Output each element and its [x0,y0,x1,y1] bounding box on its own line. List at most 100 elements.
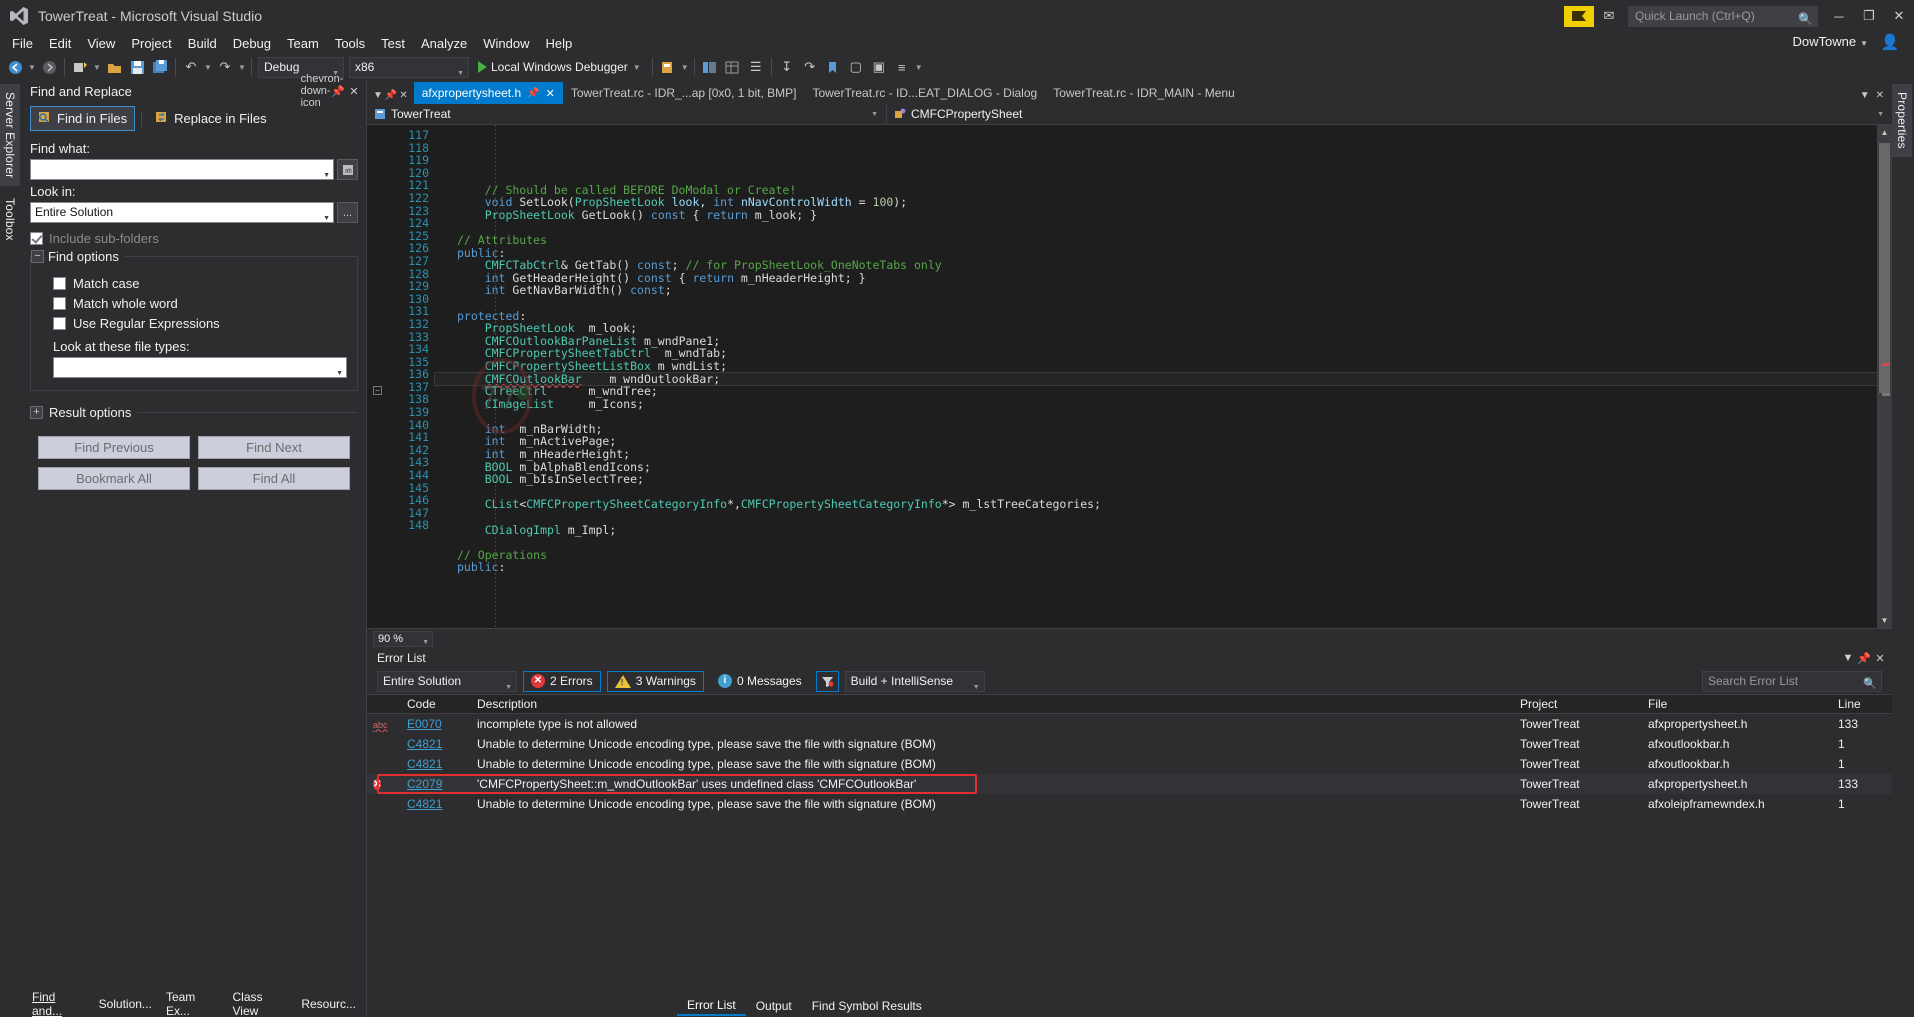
editor-tab-dialog[interactable]: TowerTreat.rc - ID...EAT_DIALOG - Dialog [804,82,1045,104]
code-text-area[interactable]: // Should be called BEFORE DoModal or Cr… [434,125,1892,628]
error-list-row[interactable]: abc E0070 incomplete type is not allowed To… [367,714,1892,734]
code-line[interactable]: CList<CMFCPropertySheetCategoryInfo*,CMF… [435,498,1892,511]
footer-tab-class-view[interactable]: Class View [232,990,287,1017]
chevron-down-icon[interactable]: ▼ [373,90,383,101]
menu-item-debug[interactable]: Debug [225,34,279,53]
regex-builder-button[interactable]: ab [337,159,358,180]
code-line[interactable]: int m_nBarWidth; [435,423,1892,436]
flag-icon[interactable] [1564,5,1594,27]
tab-replace-in-files[interactable]: Replace in Files [148,107,274,130]
code-line[interactable]: PropSheetLook m_look; [435,322,1892,335]
toolbar-overflow[interactable]: ▼ [914,56,924,78]
pin-icon[interactable]: 📌 [330,82,346,100]
chevron-down-icon[interactable]: ▼ [632,56,642,78]
editor-vertical-scrollbar[interactable]: ▲ ▼ [1877,125,1892,628]
error-list-row[interactable]: C4821 Unable to determine Unicode encodin… [367,754,1892,774]
minimize-button[interactable]: ─ [1824,0,1854,32]
start-debug-button[interactable]: Local Windows Debugger ▼ [472,56,648,78]
user-account-icon[interactable]: 👤 [1880,33,1900,53]
chevron-down-icon[interactable]: ▼ [323,166,330,185]
code-line[interactable]: public: [435,561,1892,574]
include-subfolders-checkbox[interactable]: Include sub-folders [30,231,358,246]
menu-item-window[interactable]: Window [475,34,537,53]
collapse-outline-icon[interactable]: − [373,386,382,395]
row-code[interactable]: C4821 [401,797,471,811]
feedback-icon[interactable]: ✉ [1596,6,1622,27]
menu-item-edit[interactable]: Edit [41,34,79,53]
code-line[interactable] [435,221,1892,234]
find-next-button[interactable]: Find Next [198,436,350,459]
file-types-input[interactable]: ▼ [53,357,347,378]
browse-button[interactable]: ... [337,202,358,223]
redo-dropdown[interactable]: ▼ [237,56,247,78]
filter-icon[interactable] [815,670,839,692]
indent-icon[interactable]: ≡ [891,56,913,78]
chevron-down-icon[interactable]: ▼ [336,364,343,383]
uncomment-icon[interactable]: ▣ [868,56,890,78]
editor-tab-bitmap[interactable]: TowerTreat.rc - IDR_...ap [0x0, 1 bit, B… [563,82,805,104]
code-line[interactable]: BOOL m_bIsInSelectTree; [435,473,1892,486]
errors-filter-button[interactable]: ✕ 2 Errors [523,670,601,692]
bookmark-all-button[interactable]: Bookmark All [38,467,190,490]
zoom-level-dropdown[interactable]: 90 % ▼ [373,630,433,647]
navigate-back-icon[interactable] [4,56,26,78]
chevron-down-icon[interactable]: ▼ [1840,649,1856,667]
close-icon[interactable]: ✕ [346,82,362,100]
column-description[interactable]: Description [471,697,1514,711]
messages-filter-button[interactable]: i 0 Messages [710,671,810,692]
row-code[interactable]: E0070 [401,717,471,731]
footer-tab-resource-view[interactable]: Resourc... [301,997,356,1011]
menu-item-project[interactable]: Project [123,34,179,53]
option-use-regex[interactable]: Use Regular Expressions [53,316,349,331]
code-line[interactable]: CImageList m_Icons; [435,397,1892,411]
navbar-project-dropdown[interactable]: TowerTreat ▼ [367,103,887,125]
chevron-down-icon[interactable]: ▼ [323,209,330,228]
editor-tab-menu[interactable]: TowerTreat.rc - IDR_MAIN - Menu [1045,82,1243,104]
footer-tab-team-explorer[interactable]: Team Ex... [166,990,219,1017]
editor-tab-afxpropertysheet[interactable]: afxpropertysheet.h 📌 ✕ [413,82,563,104]
close-icon[interactable]: ✕ [546,87,555,100]
code-line[interactable]: int m_nHeaderHeight; [435,448,1892,461]
code-line[interactable]: PropSheetLook GetLook() const { return m… [435,208,1892,222]
sidebar-item-toolbox[interactable]: Toolbox [0,190,20,250]
code-line[interactable]: protected: [435,309,1892,323]
scroll-down-arrow[interactable]: ▼ [1877,613,1892,628]
footer-tab-solution[interactable]: Solution... [99,997,152,1011]
close-icon[interactable]: ✕ [1876,90,1884,101]
open-file-icon[interactable] [103,56,125,78]
option-match-case[interactable]: Match case [53,276,349,291]
close-icon[interactable]: ✕ [1872,649,1888,667]
find-all-button[interactable]: Find All [198,467,350,490]
attach-dropdown[interactable]: ▼ [680,56,690,78]
menu-item-team[interactable]: Team [279,34,327,53]
properties-icon[interactable] [722,56,744,78]
menu-item-build[interactable]: Build [180,34,225,53]
warnings-filter-button[interactable]: 3 Warnings [606,670,704,692]
error-marker[interactable] [1882,363,1890,366]
build-filter-dropdown[interactable]: Build + IntelliSense ▼ [844,670,985,692]
bookmark-icon[interactable] [822,56,844,78]
close-button[interactable]: ✕ [1884,0,1914,32]
chevron-down-icon[interactable]: ▼ [1860,90,1870,101]
quick-launch-input[interactable]: Quick Launch (Ctrl+Q) 🔍 [1628,5,1818,27]
column-file[interactable]: File [1642,697,1832,711]
solution-platform-dropdown[interactable]: x86 ▼ [349,56,469,78]
code-line[interactable] [435,297,1892,310]
find-what-input[interactable]: ▼ [30,159,334,180]
error-scope-dropdown[interactable]: Entire Solution ▼ [377,670,517,692]
menu-item-analyze[interactable]: Analyze [413,34,475,53]
result-options-expander[interactable]: + [30,406,43,419]
bottom-tab-find-symbol-results[interactable]: Find Symbol Results [802,997,932,1015]
sidebar-item-server-explorer[interactable]: Server Explorer [0,84,20,187]
undo-dropdown[interactable]: ▼ [203,56,213,78]
column-project[interactable]: Project [1514,697,1642,711]
error-list-row[interactable]: C4821 Unable to determine Unicode encodin… [367,734,1892,754]
code-line[interactable] [435,410,1892,423]
navigate-back-dropdown[interactable]: ▼ [27,56,37,78]
menu-item-file[interactable]: File [4,34,41,53]
row-code[interactable]: C4821 [401,757,471,771]
menu-item-test[interactable]: Test [373,34,413,53]
footer-tab-find-and[interactable]: Find and... [32,990,85,1017]
code-editor[interactable]: − 117 118 119 120 121 122 123 124 125 126 127 128 12… [367,125,1892,628]
error-list-row[interactable]: C4821 Unable to determine Unicode encodin… [367,794,1892,814]
